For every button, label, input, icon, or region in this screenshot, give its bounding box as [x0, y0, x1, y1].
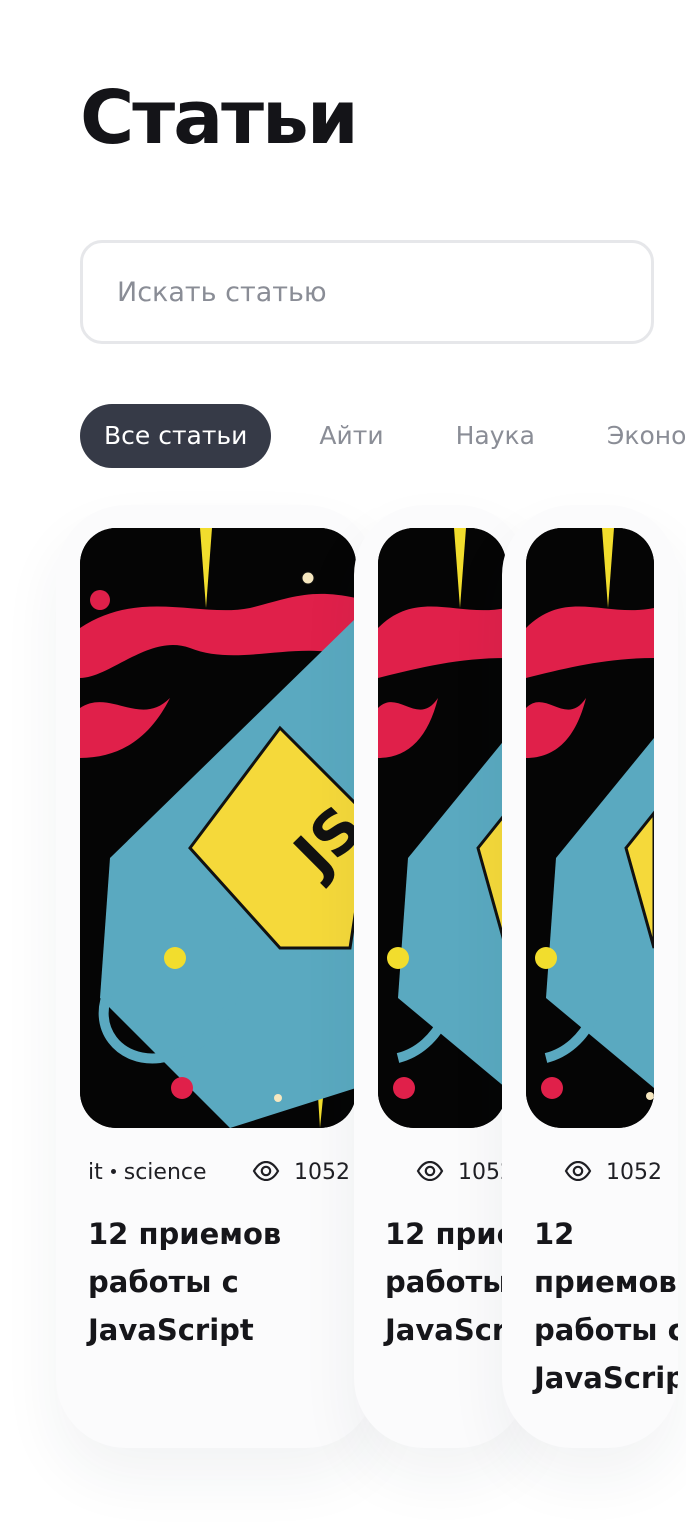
tab-economics[interactable]: Экономика [583, 404, 686, 468]
eye-icon [564, 1161, 592, 1181]
search-input[interactable] [80, 240, 654, 344]
tag[interactable]: it [88, 1160, 103, 1185]
article-tags: it science [88, 1160, 207, 1185]
article-image [378, 528, 506, 1128]
category-tabs: Все статьи Айти Наука Экономика [80, 404, 686, 468]
view-count: 1052 [564, 1160, 662, 1185]
tag-separator [110, 1168, 116, 1174]
article-meta: it science 1052 [56, 1160, 376, 1194]
article-image [526, 528, 654, 1128]
tag[interactable]: science [124, 1160, 207, 1185]
article-card[interactable]: JS it science 1052 12 приемов работы с Ja… [56, 505, 376, 1448]
tab-science[interactable]: Наука [432, 404, 559, 468]
eye-icon [416, 1161, 444, 1181]
article-card[interactable]: 1052 12 приемов работы с JavaScript [502, 505, 678, 1448]
eye-icon [252, 1161, 280, 1181]
tab-all[interactable]: Все статьи [80, 404, 272, 468]
page-title: Статьи [80, 75, 359, 161]
article-title[interactable]: 12 приемов работы с JavaScript [88, 1210, 348, 1354]
view-count: 1052 [416, 1160, 514, 1185]
tab-it[interactable]: Айти [295, 404, 407, 468]
article-meta: 1052 [502, 1160, 678, 1194]
article-title[interactable]: 12 приемов работы с JavaScript [534, 1210, 678, 1402]
view-count: 1052 [252, 1160, 350, 1185]
article-image: JS [80, 528, 356, 1128]
